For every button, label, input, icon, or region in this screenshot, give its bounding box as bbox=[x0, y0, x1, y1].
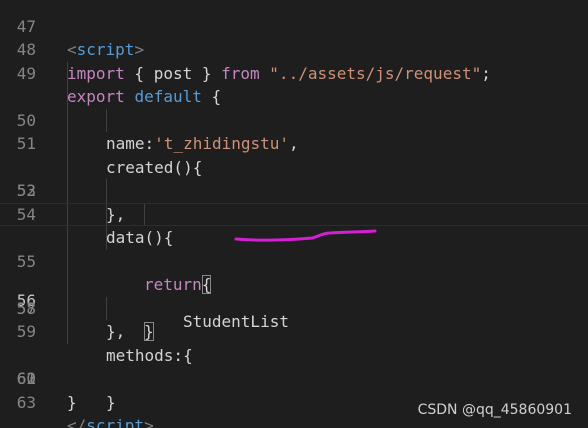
magenta-underline-stroke bbox=[234, 229, 377, 242]
annotation-underline bbox=[234, 229, 377, 242]
code-editor[interactable]: 47 <script> 48 import { post } from "../… bbox=[0, 0, 588, 428]
watermark: CSDN @qq_45860901 bbox=[417, 402, 572, 418]
